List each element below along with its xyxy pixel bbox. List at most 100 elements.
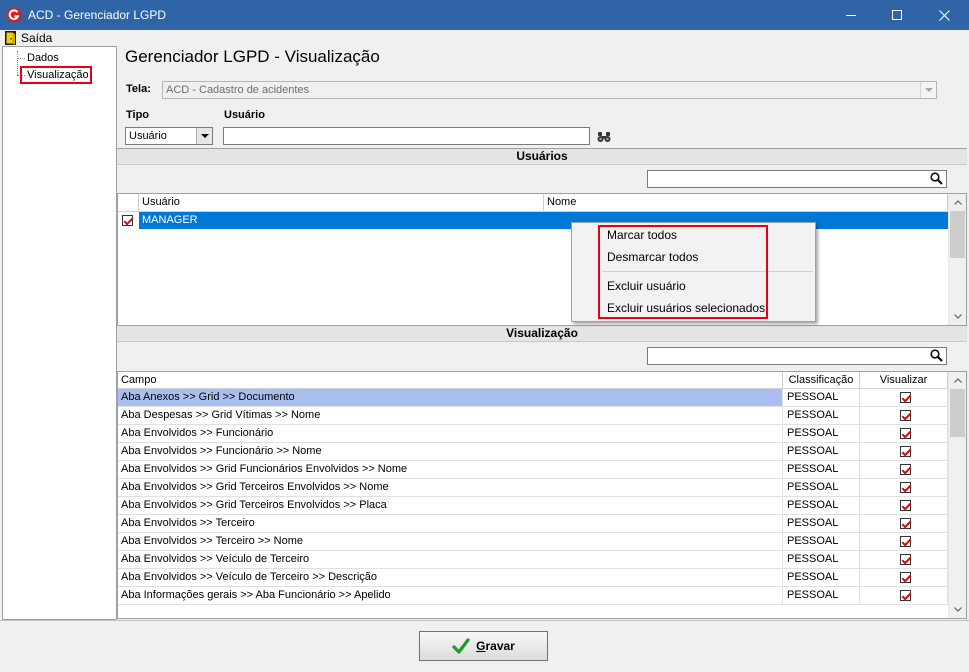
visualizar-cell[interactable] — [860, 551, 948, 568]
scroll-down-button[interactable] — [949, 308, 966, 325]
minimize-icon — [846, 14, 856, 16]
table-row[interactable]: Aba Envolvidos >> Grid Funcionários Envo… — [118, 461, 948, 479]
classificacao-cell[interactable]: PESSOAL — [783, 461, 860, 478]
visualizar-checkbox[interactable] — [900, 500, 911, 511]
campo-cell[interactable]: Aba Envolvidos >> Funcionário — [118, 425, 783, 442]
visualizar-checkbox[interactable] — [900, 536, 911, 547]
campo-cell[interactable]: Aba Envolvidos >> Veículo de Terceiro — [118, 551, 783, 568]
campo-cell[interactable]: Aba Despesas >> Grid Vítimas >> Nome — [118, 407, 783, 424]
classificacao-cell[interactable]: PESSOAL — [783, 425, 860, 442]
classificacao-cell[interactable]: PESSOAL — [783, 389, 860, 406]
column-header-visualizar[interactable]: Visualizar — [860, 372, 948, 389]
campo-cell[interactable]: Aba Envolvidos >> Funcionário >> Nome — [118, 443, 783, 460]
visualizar-cell[interactable] — [860, 461, 948, 478]
scrollbar-thumb[interactable] — [950, 211, 965, 258]
visualizar-cell[interactable] — [860, 497, 948, 514]
visualizacao-search-input[interactable] — [647, 347, 947, 365]
visualizacao-section-header: Visualização — [117, 325, 967, 342]
exit-door-icon — [5, 31, 16, 45]
visualizar-cell[interactable] — [860, 569, 948, 586]
scrollbar-thumb[interactable] — [950, 389, 965, 437]
vertical-scrollbar[interactable] — [948, 372, 966, 618]
table-row[interactable]: Aba Envolvidos >> Grid Terceiros Envolvi… — [118, 479, 948, 497]
campo-cell[interactable]: Aba Envolvidos >> Veículo de Terceiro >>… — [118, 569, 783, 586]
scroll-down-button[interactable] — [949, 601, 966, 618]
table-row[interactable]: Aba Envolvidos >> Terceiro PESSOAL — [118, 515, 948, 533]
close-icon — [939, 9, 950, 21]
classificacao-cell[interactable]: PESSOAL — [783, 479, 860, 496]
campo-cell[interactable]: Aba Envolvidos >> Grid Terceiros Envolvi… — [118, 497, 783, 514]
tela-dropdown-button[interactable] — [920, 82, 936, 98]
visualizar-checkbox[interactable] — [900, 410, 911, 421]
usuario-cell[interactable]: MANAGER — [139, 212, 544, 229]
binoculars-icon[interactable] — [597, 131, 611, 143]
row-checkbox-cell[interactable] — [118, 212, 139, 229]
visualizar-cell[interactable] — [860, 533, 948, 550]
visualizar-cell[interactable] — [860, 407, 948, 424]
campo-cell[interactable]: Aba Envolvidos >> Terceiro — [118, 515, 783, 532]
visualizar-checkbox[interactable] — [900, 518, 911, 529]
visualizar-cell[interactable] — [860, 389, 948, 406]
minimize-button[interactable] — [828, 0, 874, 30]
scroll-up-button[interactable] — [949, 194, 966, 211]
visualizar-checkbox[interactable] — [900, 482, 911, 493]
tela-combobox[interactable]: ACD - Cadastro de acidentes — [162, 81, 937, 99]
usuario-input[interactable] — [223, 127, 590, 145]
table-row[interactable]: Aba Envolvidos >> Terceiro >> Nome PESSOA… — [118, 533, 948, 551]
vertical-scrollbar[interactable] — [948, 194, 966, 325]
campo-cell[interactable]: Aba Envolvidos >> Grid Funcionários Envo… — [118, 461, 783, 478]
visualizar-cell[interactable] — [860, 425, 948, 442]
exit-menu-item[interactable]: Saída — [2, 30, 62, 46]
table-row[interactable]: Aba Envolvidos >> Grid Terceiros Envolvi… — [118, 497, 948, 515]
classificacao-cell[interactable]: PESSOAL — [783, 497, 860, 514]
user-row-checkbox[interactable] — [122, 215, 133, 226]
column-header-campo[interactable]: Campo — [118, 372, 783, 389]
usuarios-search-input[interactable] — [647, 170, 947, 188]
visualizar-checkbox[interactable] — [900, 392, 911, 403]
visualizar-checkbox[interactable] — [900, 572, 911, 583]
navigation-tree: Dados Visualização — [2, 46, 117, 620]
tree-line — [17, 51, 18, 75]
table-row[interactable]: Aba Despesas >> Grid Vítimas >> Nome PESS… — [118, 407, 948, 425]
tipo-dropdown-button[interactable] — [196, 128, 212, 144]
campo-cell[interactable]: Aba Informações gerais >> Aba Funcionári… — [118, 587, 783, 604]
visualizar-cell[interactable] — [860, 515, 948, 532]
maximize-button[interactable] — [874, 0, 920, 30]
tree-item-dados[interactable]: Dados — [27, 51, 59, 65]
table-row[interactable]: Aba Informações gerais >> Aba Funcionári… — [118, 587, 948, 605]
visualizar-checkbox[interactable] — [900, 554, 911, 565]
column-header-classificacao[interactable]: Classificação — [783, 372, 860, 389]
classificacao-cell[interactable]: PESSOAL — [783, 569, 860, 586]
campo-cell[interactable]: Aba Anexos >> Grid >> Documento — [118, 389, 783, 406]
visualizar-checkbox[interactable] — [900, 464, 911, 475]
search-icon[interactable] — [930, 349, 943, 362]
search-icon[interactable] — [930, 172, 943, 185]
classificacao-cell[interactable]: PESSOAL — [783, 587, 860, 604]
campo-cell[interactable]: Aba Envolvidos >> Grid Terceiros Envolvi… — [118, 479, 783, 496]
table-row[interactable]: Aba Envolvidos >> Funcionário >> Nome PES… — [118, 443, 948, 461]
save-button[interactable]: Gravar — [419, 631, 548, 661]
campo-cell[interactable]: Aba Envolvidos >> Terceiro >> Nome — [118, 533, 783, 550]
classificacao-cell[interactable]: PESSOAL — [783, 533, 860, 550]
visualizar-checkbox[interactable] — [900, 590, 911, 601]
table-row[interactable]: Aba Envolvidos >> Veículo de Terceiro PES… — [118, 551, 948, 569]
column-header-usuario[interactable]: Usuário — [139, 194, 544, 212]
visualizar-cell[interactable] — [860, 587, 948, 604]
visualizar-cell[interactable] — [860, 479, 948, 496]
classificacao-cell[interactable]: PESSOAL — [783, 443, 860, 460]
tela-label: Tela: — [126, 83, 151, 95]
classificacao-cell[interactable]: PESSOAL — [783, 515, 860, 532]
close-button[interactable] — [920, 0, 969, 30]
visualizar-checkbox[interactable] — [900, 446, 911, 457]
table-row[interactable]: Aba Envolvidos >> Funcionário PESSOAL — [118, 425, 948, 443]
classificacao-cell[interactable]: PESSOAL — [783, 551, 860, 568]
visualizar-cell[interactable] — [860, 443, 948, 460]
table-row[interactable]: Aba Envolvidos >> Veículo de Terceiro >>… — [118, 569, 948, 587]
title-bar[interactable]: ACD - Gerenciador LGPD — [0, 0, 969, 30]
column-header-nome[interactable]: Nome — [544, 194, 948, 212]
scroll-up-button[interactable] — [949, 372, 966, 389]
tipo-select[interactable]: Usuário — [125, 127, 213, 145]
classificacao-cell[interactable]: PESSOAL — [783, 407, 860, 424]
table-row[interactable]: Aba Anexos >> Grid >> Documento PESSOAL — [118, 389, 948, 407]
visualizar-checkbox[interactable] — [900, 428, 911, 439]
